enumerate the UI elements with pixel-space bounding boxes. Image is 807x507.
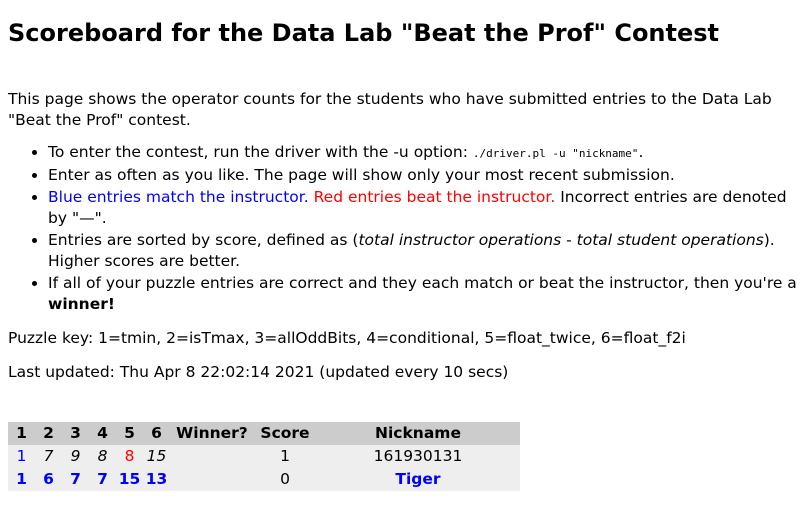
- column-header-5: 5: [116, 422, 143, 445]
- table-row: 1 7 9 8 8 15 1 161930131: [8, 445, 520, 468]
- puzzle-4-ops: 7: [89, 468, 116, 491]
- score-def-prefix: Entries are sorted by score, defined as …: [48, 231, 359, 249]
- blue-legend: Blue entries match the instructor.: [48, 188, 309, 206]
- instructor-ops: total instructor operations: [358, 231, 562, 249]
- driver-command: ./driver.pl -u "nickname": [472, 147, 639, 160]
- column-header-3: 3: [62, 422, 89, 445]
- puzzle-3-ops: 7: [62, 468, 89, 491]
- list-item: Entries are sorted by score, defined as …: [48, 230, 799, 272]
- winner-text: If all of your puzzle entries are correc…: [48, 274, 797, 292]
- student-ops: total student operations: [576, 231, 764, 249]
- puzzle-5-ops: 8: [116, 445, 143, 468]
- winner-cell: [170, 445, 254, 468]
- list-item: Enter as often as you like. The page wil…: [48, 165, 799, 186]
- puzzle-5-ops: 15: [116, 468, 143, 491]
- column-header-nickname: Nickname: [316, 422, 520, 445]
- red-legend: Red entries beat the instructor.: [313, 188, 556, 206]
- puzzle-1-ops: 1: [8, 445, 35, 468]
- nickname-cell: Tiger: [316, 468, 520, 491]
- winner-cell: [170, 468, 254, 491]
- table-row: 1 6 7 7 15 13 0 Tiger: [8, 468, 520, 491]
- list-item: Blue entries match the instructor. Red e…: [48, 187, 799, 229]
- table-header-row: 1 2 3 4 5 6 Winner? Score Nickname: [8, 422, 520, 445]
- scoreboard-table: 1 2 3 4 5 6 Winner? Score Nickname 1 7 9…: [8, 422, 520, 491]
- list-item: To enter the contest, run the driver wit…: [48, 142, 799, 164]
- winner-word: winner!: [48, 295, 115, 313]
- column-header-1: 1: [8, 422, 35, 445]
- page: Scoreboard for the Data Lab "Beat the Pr…: [0, 0, 807, 491]
- list-item: If all of your puzzle entries are correc…: [48, 273, 799, 315]
- score-cell: 0: [254, 468, 316, 491]
- intro-text: This page shows the operator counts for …: [8, 90, 772, 129]
- bullet-1-end: .: [638, 143, 644, 161]
- puzzle-3-ops: 9: [62, 445, 89, 468]
- column-header-winner: Winner?: [170, 422, 254, 445]
- bullet-1-text: To enter the contest, run the driver wit…: [48, 143, 473, 161]
- puzzle-1-ops: 1: [8, 468, 35, 491]
- nickname-cell: 161930131: [316, 445, 520, 468]
- column-header-4: 4: [89, 422, 116, 445]
- puzzle-6-ops: 15: [143, 445, 170, 468]
- page-title: Scoreboard for the Data Lab "Beat the Pr…: [8, 19, 720, 47]
- puzzle-key: Puzzle key: 1=tmin, 2=isTmax, 3=allOddBi…: [8, 329, 686, 347]
- puzzle-4-ops: 8: [89, 445, 116, 468]
- puzzle-6-ops: 13: [143, 468, 170, 491]
- rules-list: To enter the contest, run the driver wit…: [8, 142, 799, 315]
- puzzle-2-ops: 6: [35, 468, 62, 491]
- score-cell: 1: [254, 445, 316, 468]
- puzzle-2-ops: 7: [35, 445, 62, 468]
- column-header-2: 2: [35, 422, 62, 445]
- column-header-score: Score: [254, 422, 316, 445]
- last-updated: Last updated: Thu Apr 8 22:02:14 2021 (u…: [8, 363, 509, 381]
- score-def-minus: -: [561, 231, 577, 249]
- column-header-6: 6: [143, 422, 170, 445]
